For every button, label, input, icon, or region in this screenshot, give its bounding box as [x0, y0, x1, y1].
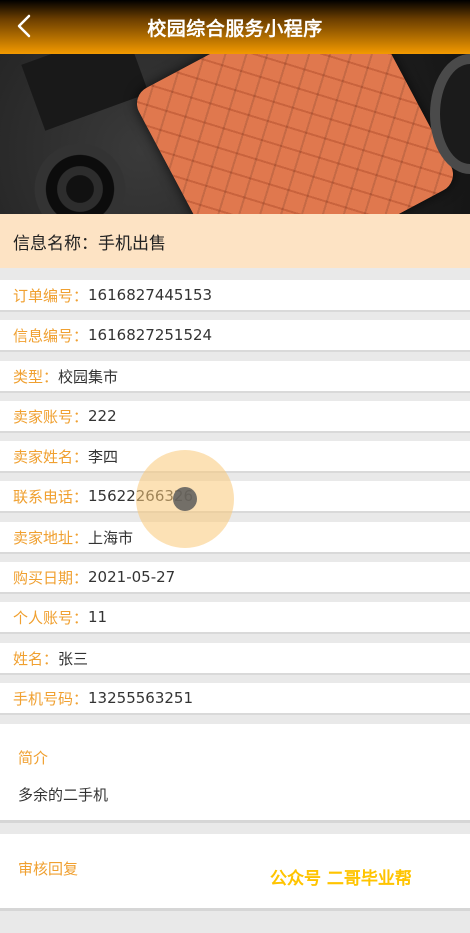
field-value: 13255563251 — [88, 689, 193, 707]
field-row-seller-account: 卖家账号： 222 — [0, 401, 470, 431]
field-label: 购买日期： — [13, 568, 89, 587]
chevron-left-icon — [17, 14, 31, 38]
product-image-carousel[interactable] — [0, 54, 470, 214]
watermark-text: 公众号 二哥毕业帮 — [270, 869, 412, 889]
nav-header: 校园综合服务小程序 — [0, 0, 470, 54]
banner-image-strap — [21, 54, 149, 131]
field-value: 上海市 — [88, 528, 134, 547]
info-name-bar: 信息名称： 手机出售 — [0, 214, 470, 268]
touch-indicator — [136, 450, 234, 548]
intro-text: 多余的二手机 — [18, 786, 109, 804]
field-label: 联系电话： — [13, 487, 89, 506]
field-label: 姓名： — [13, 649, 59, 668]
page-title: 校园综合服务小程序 — [147, 17, 323, 40]
field-value: 11 — [88, 608, 108, 626]
field-row-type: 类型： 校园集市 — [0, 361, 470, 391]
field-row-personal-account: 个人账号： 11 — [0, 602, 470, 632]
intro-heading: 简介 — [18, 749, 49, 767]
review-heading: 审核回复 — [18, 860, 79, 878]
field-label: 类型： — [13, 367, 59, 386]
info-name-value: 手机出售 — [98, 233, 166, 254]
banner-image-camera — [20, 144, 140, 214]
field-row-mobile: 手机号码： 13255563251 — [0, 683, 470, 713]
field-label: 订单编号： — [13, 286, 89, 305]
field-row-name: 姓名： 张三 — [0, 643, 470, 673]
field-label: 卖家账号： — [13, 407, 89, 426]
back-button[interactable] — [10, 10, 38, 42]
field-row-phone: 联系电话： 15622266326 — [0, 481, 470, 511]
field-label: 手机号码： — [13, 689, 89, 708]
field-label: 卖家姓名： — [13, 447, 89, 466]
field-value: 2021-05-27 — [88, 568, 176, 586]
field-label: 个人账号： — [13, 608, 89, 627]
field-row-seller-address: 卖家地址： 上海市 — [0, 522, 470, 552]
field-value: 李四 — [88, 447, 119, 466]
field-row-info-no: 信息编号： 1616827251524 — [0, 320, 470, 350]
info-name-label: 信息名称： — [13, 233, 98, 254]
field-value: 张三 — [58, 649, 89, 668]
field-label: 卖家地址： — [13, 528, 89, 547]
field-value: 1616827251524 — [88, 326, 213, 344]
field-value: 222 — [88, 407, 117, 425]
touch-point — [173, 487, 197, 511]
field-row-purchase-date: 购买日期： 2021-05-27 — [0, 562, 470, 592]
banner-image-phone — [130, 54, 460, 214]
field-row-seller-name: 卖家姓名： 李四 — [0, 441, 470, 471]
field-value: 校园集市 — [58, 367, 119, 386]
field-label: 信息编号： — [13, 326, 89, 345]
field-row-order-no: 订单编号： 1616827445153 — [0, 280, 470, 310]
field-value: 1616827445153 — [88, 286, 213, 304]
intro-card: 简介 多余的二手机 — [0, 724, 470, 820]
